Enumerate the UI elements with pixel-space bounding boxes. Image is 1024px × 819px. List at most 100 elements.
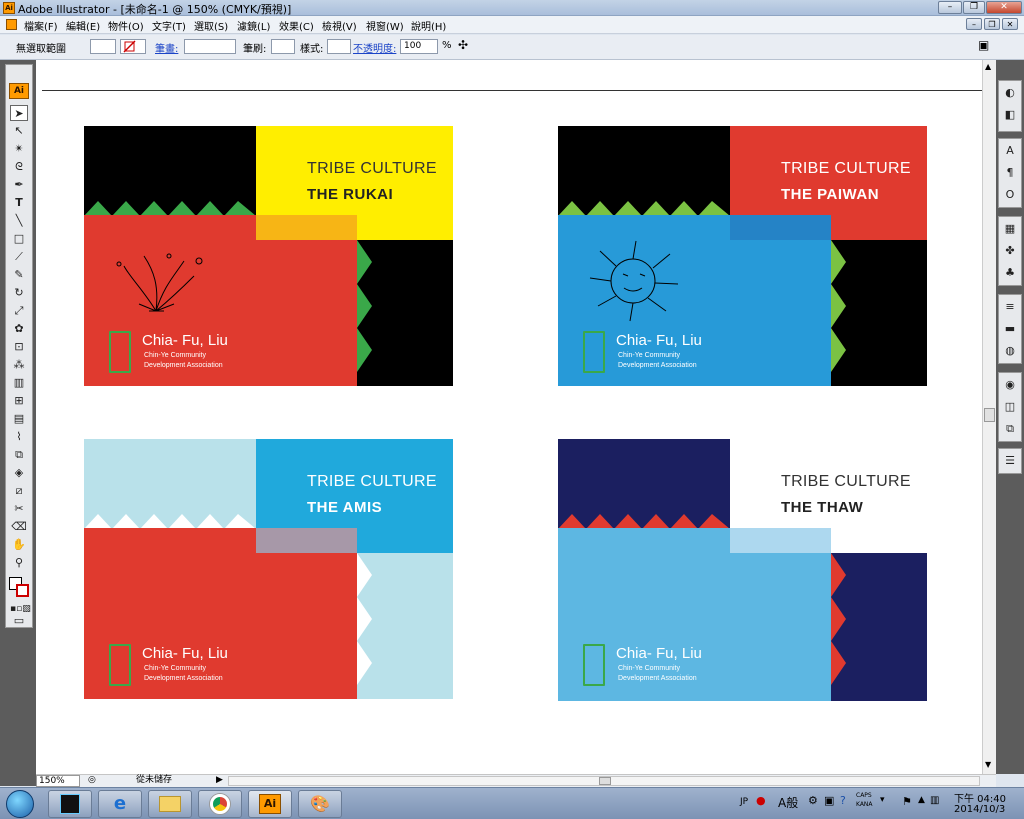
tray-language[interactable]: JP	[740, 797, 748, 807]
tray-help-icon[interactable]: ?	[840, 794, 846, 807]
scale-tool-icon[interactable]: ⤢	[10, 303, 28, 319]
menu-object[interactable]: 物件(O)	[108, 18, 144, 33]
color-guide-icon[interactable]: ◧	[1002, 107, 1018, 122]
lasso-tool-icon[interactable]: ᘓ	[10, 159, 28, 175]
scroll-up-icon[interactable]: ▲	[985, 62, 991, 71]
document-icon[interactable]	[6, 19, 17, 30]
menu-edit[interactable]: 編輯(E)	[66, 18, 100, 33]
scroll-thumb[interactable]	[984, 408, 995, 422]
free-transform-tool-icon[interactable]: ⊡	[10, 339, 28, 355]
pencil-tool-icon[interactable]: ✎	[10, 267, 28, 283]
paragraph-panel-icon[interactable]: ¶	[1002, 165, 1018, 180]
taskbar-app-paint[interactable]: 🎨	[298, 790, 342, 818]
layers-panel-icon[interactable]: ☰	[1002, 453, 1018, 468]
stroke-color-swatch[interactable]	[16, 584, 29, 597]
paintbrush-tool-icon[interactable]: ⟋	[10, 249, 28, 265]
brush-dropdown[interactable]	[271, 39, 295, 54]
eyedropper-tool-icon[interactable]: ⌇	[10, 429, 28, 445]
brushes-panel-icon[interactable]: ✤	[1002, 243, 1018, 258]
doc-restore-button[interactable]: ❐	[984, 18, 1000, 30]
zoom-tool-icon[interactable]: ⚲	[10, 555, 28, 571]
opacity-input[interactable]: 100	[400, 39, 438, 54]
selection-tool-icon[interactable]: ➤	[10, 105, 28, 121]
color-panel-icon[interactable]: ◐	[1002, 85, 1018, 100]
clock-time[interactable]: 下午 04:40	[954, 790, 1006, 805]
business-card-amis[interactable]: TRIBE CULTURE THE AMIS Chia- Fu, Liu Chi…	[84, 439, 453, 699]
menu-select[interactable]: 選取(S)	[194, 18, 228, 33]
taskbar-app-chrome[interactable]	[198, 790, 242, 818]
gradient-panel-icon[interactable]: ▬	[1002, 321, 1018, 336]
minimize-button[interactable]: –	[938, 1, 962, 14]
tray-briefcase-icon[interactable]: ▣	[824, 794, 834, 807]
slice-tool-icon[interactable]: ⧄	[10, 483, 28, 499]
menu-effect[interactable]: 效果(C)	[279, 18, 314, 33]
taskbar-app-media[interactable]	[48, 790, 92, 818]
vertical-scrollbar[interactable]: ▲ ▼	[982, 60, 996, 774]
character-panel-icon[interactable]: A	[1002, 143, 1018, 158]
taskbar-app-explorer[interactable]	[148, 790, 192, 818]
mesh-tool-icon[interactable]: ⊞	[10, 393, 28, 409]
horizontal-scroll-thumb[interactable]	[599, 777, 611, 785]
status-menu-icon[interactable]: ◎	[88, 775, 96, 785]
line-tool-icon[interactable]: ╲	[10, 213, 28, 229]
taskbar-app-ie[interactable]: e	[98, 790, 142, 818]
fill-swatch[interactable]	[90, 39, 116, 54]
live-paint-tool-icon[interactable]: ◈	[10, 465, 28, 481]
stroke-swatch[interactable]	[120, 39, 146, 54]
tray-expand-icon[interactable]: ▲	[918, 795, 925, 805]
action-center-flag-icon[interactable]: ⚑	[902, 795, 912, 808]
crop-tool-icon[interactable]: ✂	[10, 501, 28, 517]
appearance-panel-icon[interactable]: ◉	[1002, 377, 1018, 392]
stroke-label[interactable]: 筆畫:	[155, 40, 178, 55]
opacity-label[interactable]: 不透明度:	[353, 40, 396, 55]
menu-window[interactable]: 視窗(W)	[366, 18, 404, 33]
graph-tool-icon[interactable]: ▥	[10, 375, 28, 391]
direct-selection-tool-icon[interactable]: ↖	[10, 123, 28, 139]
tray-ime-mode[interactable]: A般	[778, 794, 798, 811]
rotate-tool-icon[interactable]: ↻	[10, 285, 28, 301]
restore-button[interactable]: ❐	[963, 1, 985, 14]
warp-tool-icon[interactable]: ✿	[10, 321, 28, 337]
doc-close-button[interactable]: ✕	[1002, 18, 1018, 30]
clock-date[interactable]: 2014/10/3	[954, 804, 1005, 815]
rectangle-tool-icon[interactable]: □	[10, 231, 28, 247]
style-dropdown[interactable]	[327, 39, 351, 54]
graphic-styles-panel-icon[interactable]: ◫	[1002, 399, 1018, 414]
menu-filter[interactable]: 濾鏡(L)	[237, 18, 270, 33]
network-icon[interactable]: ▥	[930, 795, 939, 806]
eraser-tool-icon[interactable]: ⌫	[10, 519, 28, 535]
symbol-sprayer-tool-icon[interactable]: ⁂	[10, 357, 28, 373]
magic-wand-tool-icon[interactable]: ✴	[10, 141, 28, 157]
screen-mode-icon[interactable]: ▭	[10, 613, 28, 629]
menu-view[interactable]: 檢視(V)	[322, 18, 357, 33]
business-card-thaw[interactable]: TRIBE CULTURE THE THAW Chia- Fu, Liu Chi…	[558, 439, 927, 701]
doc-minimize-button[interactable]: –	[966, 18, 982, 30]
taskbar-app-illustrator[interactable]: Ai	[248, 790, 292, 818]
transparency-panel-icon[interactable]: ◍	[1002, 343, 1018, 358]
business-card-rukai[interactable]: TRIBE CULTURE THE RUKAI Chia- Fu, Liu Ch…	[84, 126, 453, 386]
symbols-panel-icon[interactable]: ♣	[1002, 265, 1018, 280]
stroke-panel-icon[interactable]: ≡	[1002, 299, 1018, 314]
panel-menu-icon[interactable]: ▣	[978, 38, 989, 52]
tray-settings-icon[interactable]: ▾	[880, 795, 885, 805]
business-card-paiwan[interactable]: TRIBE CULTURE THE PAIWAN Chia- Fu, Liu C…	[558, 126, 927, 386]
status-arrow-icon[interactable]: ▶	[216, 775, 223, 785]
close-button[interactable]: ✕	[986, 1, 1022, 14]
zoom-level-field[interactable]: 150%	[36, 775, 80, 787]
swatches-panel-icon[interactable]: ▦	[1002, 221, 1018, 236]
start-button[interactable]	[6, 790, 34, 818]
opentype-panel-icon[interactable]: O	[1002, 187, 1018, 202]
recolor-icon[interactable]: ✣	[458, 38, 468, 52]
tray-tools-icon[interactable]: ⚙	[808, 794, 818, 807]
blend-tool-icon[interactable]: ⧉	[10, 447, 28, 463]
hand-tool-icon[interactable]: ✋	[10, 537, 28, 553]
menu-file[interactable]: 檔案(F)	[24, 18, 58, 33]
transform-panel-icon[interactable]: ⧉	[1002, 421, 1018, 436]
gradient-tool-icon[interactable]: ▤	[10, 411, 28, 427]
horizontal-scrollbar[interactable]	[228, 776, 980, 786]
menu-type[interactable]: 文字(T)	[152, 18, 186, 33]
stroke-weight-input[interactable]	[184, 39, 236, 54]
scroll-down-icon[interactable]: ▼	[985, 760, 991, 769]
tray-ime-icon[interactable]: ●	[756, 794, 766, 807]
type-tool-icon[interactable]: T	[10, 195, 28, 211]
